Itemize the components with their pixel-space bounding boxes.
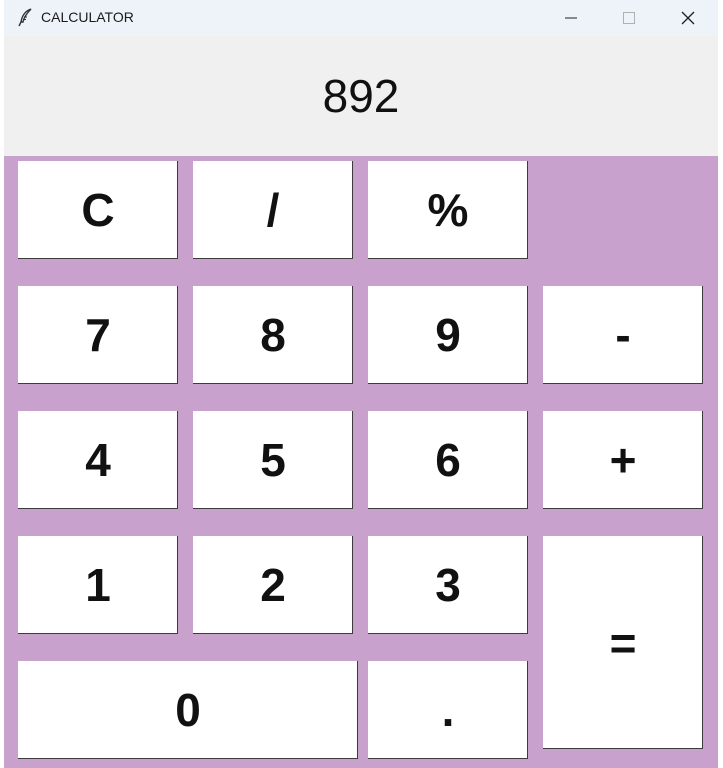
nine-label: 9 (435, 309, 461, 361)
seven-label: 7 (85, 309, 111, 361)
minus-label: - (615, 309, 631, 361)
six-label: 6 (435, 434, 461, 486)
six-button[interactable]: 6 (368, 411, 528, 509)
equals-button[interactable]: = (543, 536, 703, 749)
zero-button[interactable]: 0 (18, 661, 358, 759)
two-button[interactable]: 2 (193, 536, 353, 634)
minus-button[interactable]: - (543, 286, 703, 384)
one-button[interactable]: 1 (18, 536, 178, 634)
one-label: 1 (85, 559, 111, 611)
five-button[interactable]: 5 (193, 411, 353, 509)
title-bar[interactable]: CALCULATOR (4, 0, 718, 36)
close-button[interactable] (659, 0, 717, 36)
percent-label: % (427, 184, 469, 236)
minimize-button[interactable] (542, 0, 600, 36)
zero-label: 0 (175, 684, 201, 736)
decimal-label: . (441, 684, 455, 736)
clear-label: C (81, 184, 115, 236)
eight-label: 8 (260, 309, 286, 361)
minimize-icon (565, 17, 577, 19)
plus-label: + (609, 434, 637, 486)
feather-icon (16, 7, 36, 27)
display-value: 892 (322, 70, 400, 122)
four-button[interactable]: 4 (18, 411, 178, 509)
calculator-window: CALCULATOR 892 C / % 7 8 9 - 4 5 6 + 1 2… (4, 0, 718, 768)
seven-button[interactable]: 7 (18, 286, 178, 384)
five-label: 5 (260, 434, 286, 486)
maximize-button[interactable] (600, 0, 658, 36)
decimal-button[interactable]: . (368, 661, 528, 759)
three-label: 3 (435, 559, 461, 611)
divide-button[interactable]: / (193, 161, 353, 259)
close-icon (681, 11, 695, 25)
two-label: 2 (260, 559, 286, 611)
percent-button[interactable]: % (368, 161, 528, 259)
result-display: 892 (4, 36, 718, 156)
window-title: CALCULATOR (41, 9, 134, 25)
maximize-icon (623, 12, 635, 24)
eight-button[interactable]: 8 (193, 286, 353, 384)
plus-button[interactable]: + (543, 411, 703, 509)
divide-label: / (266, 184, 280, 236)
equals-label: = (609, 616, 637, 669)
four-label: 4 (85, 434, 111, 486)
clear-button[interactable]: C (18, 161, 178, 259)
three-button[interactable]: 3 (368, 536, 528, 634)
nine-button[interactable]: 9 (368, 286, 528, 384)
